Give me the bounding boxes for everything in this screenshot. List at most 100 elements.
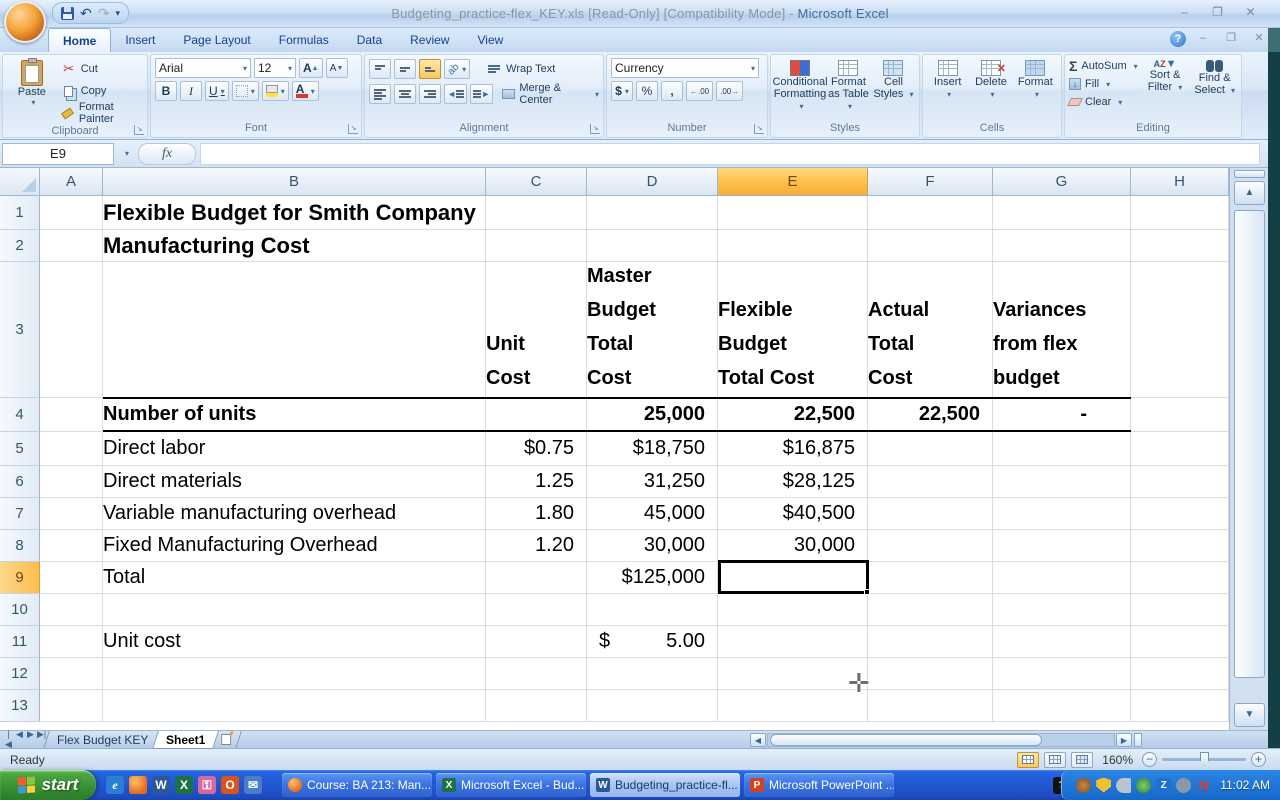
zoom-out-button[interactable]: − <box>1142 752 1157 767</box>
internet-explorer-icon[interactable]: e <box>106 776 124 794</box>
cell-b5[interactable]: Direct labor <box>103 432 486 465</box>
scroll-up-icon[interactable]: ▲ <box>1234 181 1265 205</box>
copy-button[interactable]: Copy <box>61 80 143 102</box>
fill-handle[interactable] <box>864 589 870 595</box>
borders-button[interactable]: ▾ <box>231 81 259 101</box>
tab-view[interactable]: View <box>463 28 517 52</box>
align-left-button[interactable] <box>369 84 391 104</box>
decrease-indent-button[interactable]: ◄ <box>444 84 468 104</box>
vertical-scrollbar[interactable]: ▲ ▼ <box>1229 168 1268 730</box>
grow-font-button[interactable]: A ▲ <box>299 58 323 78</box>
underline-button[interactable]: U ▾ <box>205 81 229 101</box>
grid-row[interactable]: 3 Unit Cost Master Budget Total Cost Fle… <box>0 262 1268 398</box>
column-header-h[interactable]: H <box>1131 168 1229 196</box>
zoom-slider-thumb[interactable] <box>1200 752 1209 766</box>
tab-insert[interactable]: Insert <box>111 28 169 52</box>
row-header-3[interactable]: 3 <box>0 262 40 398</box>
number-dialog-launcher-icon[interactable]: ↘ <box>754 124 764 134</box>
horizontal-scroll-track[interactable] <box>767 732 1115 747</box>
fill-color-button[interactable]: ▾ <box>261 81 289 101</box>
cell-d6[interactable]: 31,250 <box>587 466 718 497</box>
horizontal-scroll-thumb[interactable] <box>770 733 1042 746</box>
paste-button[interactable]: Paste ▾ <box>7 58 57 124</box>
clear-button[interactable]: Clear ▾ <box>1067 94 1138 110</box>
tab-home[interactable]: Home <box>48 28 112 52</box>
align-bottom-button[interactable] <box>419 59 441 79</box>
bold-button[interactable]: B <box>155 81 177 101</box>
grid-row[interactable]: 8 Fixed Manufacturing Overhead 1.20 30,0… <box>0 530 1268 562</box>
insert-cells-button[interactable]: Insert ▾ <box>927 58 968 121</box>
name-box[interactable]: E9 ▾ <box>2 142 129 165</box>
cell-d9[interactable]: $125,000 <box>587 562 718 593</box>
restore-button[interactable]: ❐ <box>1204 5 1231 22</box>
cell-c3[interactable]: Unit Cost <box>486 262 587 397</box>
autosum-button[interactable]: Σ AutoSum ▾ <box>1069 58 1138 74</box>
column-header-b[interactable]: B <box>103 168 486 196</box>
scroll-left-icon[interactable]: ◀ <box>750 732 766 747</box>
key-icon[interactable]: ⚿ <box>198 776 216 794</box>
workbook-restore-button[interactable]: ❐ <box>1220 32 1242 47</box>
grid-row[interactable]: 11 Unit cost $5.00 <box>0 626 1268 658</box>
clipboard-dialog-launcher-icon[interactable]: ↘ <box>134 125 144 135</box>
close-button[interactable]: ✕ <box>1237 5 1264 22</box>
decrease-decimal-button[interactable]: .00 → <box>716 81 744 101</box>
wrap-text-button[interactable]: Wrap Text <box>486 58 555 80</box>
find-select-button[interactable]: Find & Select ▾ <box>1192 58 1237 121</box>
grid-row[interactable]: 2 Manufacturing Cost <box>0 230 1268 262</box>
tab-data[interactable]: Data <box>343 28 396 52</box>
font-dialog-launcher-icon[interactable]: ↘ <box>348 124 358 134</box>
next-sheet-icon[interactable]: ▶ <box>26 729 35 750</box>
cell-b4[interactable]: Number of units <box>103 398 486 431</box>
formula-input[interactable] <box>200 142 1260 165</box>
cell-c8[interactable]: 1.20 <box>486 530 587 561</box>
cell-e4[interactable]: 22,500 <box>718 398 868 431</box>
task-budgeting-doc[interactable]: W Budgeting_practice-fl... <box>590 773 740 797</box>
active-cell-e9[interactable] <box>718 560 870 595</box>
task-excel[interactable]: X Microsoft Excel - Bud... <box>436 773 586 797</box>
cell-styles-button[interactable]: Cell Styles ▾ <box>872 58 915 121</box>
column-header-g[interactable]: G <box>993 168 1131 196</box>
font-name-combo[interactable]: Arial ▾ <box>155 58 251 78</box>
comma-style-button[interactable]: , <box>661 81 683 101</box>
cell-d3[interactable]: Master Budget Total Cost <box>587 262 718 397</box>
cell-f3[interactable]: Actual Total Cost <box>868 262 993 397</box>
cell-f4[interactable]: 22,500 <box>868 398 993 431</box>
cell-b6[interactable]: Direct materials <box>103 466 486 497</box>
select-all-button[interactable] <box>0 168 40 196</box>
alignment-dialog-launcher-icon[interactable]: ↘ <box>590 124 600 134</box>
row-header-9[interactable]: 9 <box>0 562 40 594</box>
row-header-6[interactable]: 6 <box>0 466 40 498</box>
zoom-in-button[interactable]: + <box>1251 752 1266 767</box>
row-header-1[interactable]: 1 <box>0 196 40 230</box>
excel-icon[interactable]: X <box>175 776 193 794</box>
tray-agent-icon[interactable] <box>1076 777 1092 793</box>
zoom-level[interactable]: 160% <box>1102 753 1133 767</box>
tray-norton-icon[interactable]: N <box>1196 777 1211 793</box>
shrink-font-button[interactable]: A ▼ <box>325 58 348 78</box>
tab-formulas[interactable]: Formulas <box>265 28 343 52</box>
grid-row[interactable]: 1 Flexible Budget for Smith Company <box>0 196 1268 230</box>
cell-c6[interactable]: 1.25 <box>486 466 587 497</box>
grid-row[interactable]: 13 <box>0 690 1268 722</box>
workbook-close-button[interactable]: ✕ <box>1248 32 1270 47</box>
page-break-view-button[interactable] <box>1071 751 1094 768</box>
messenger-icon[interactable]: ✉ <box>244 776 262 794</box>
tray-shield-icon[interactable] <box>1096 777 1112 793</box>
office-button[interactable] <box>4 1 46 43</box>
cell-b11[interactable]: Unit cost <box>103 626 486 657</box>
scroll-right-icon[interactable]: ▶ <box>1116 732 1132 747</box>
firefox-icon[interactable] <box>129 776 147 794</box>
format-painter-button[interactable]: Format Painter <box>61 101 143 125</box>
row-header-8[interactable]: 8 <box>0 530 40 562</box>
cell-e6[interactable]: $28,125 <box>718 466 868 497</box>
tray-volume-icon[interactable] <box>1176 777 1192 793</box>
sheet-tab-sheet1[interactable]: Sheet1 <box>152 730 220 749</box>
grid-row[interactable]: 9 Total $125,000 <box>0 562 1268 594</box>
row-header-13[interactable]: 13 <box>0 690 40 722</box>
cell-b7[interactable]: Variable manufacturing overhead <box>103 498 486 529</box>
align-top-button[interactable] <box>369 59 391 79</box>
delete-cells-button[interactable]: ✕ Delete ▾ <box>970 58 1011 121</box>
increase-decimal-button[interactable]: ← .00 <box>686 81 714 101</box>
row-header-5[interactable]: 5 <box>0 432 40 466</box>
row-header-10[interactable]: 10 <box>0 594 40 626</box>
